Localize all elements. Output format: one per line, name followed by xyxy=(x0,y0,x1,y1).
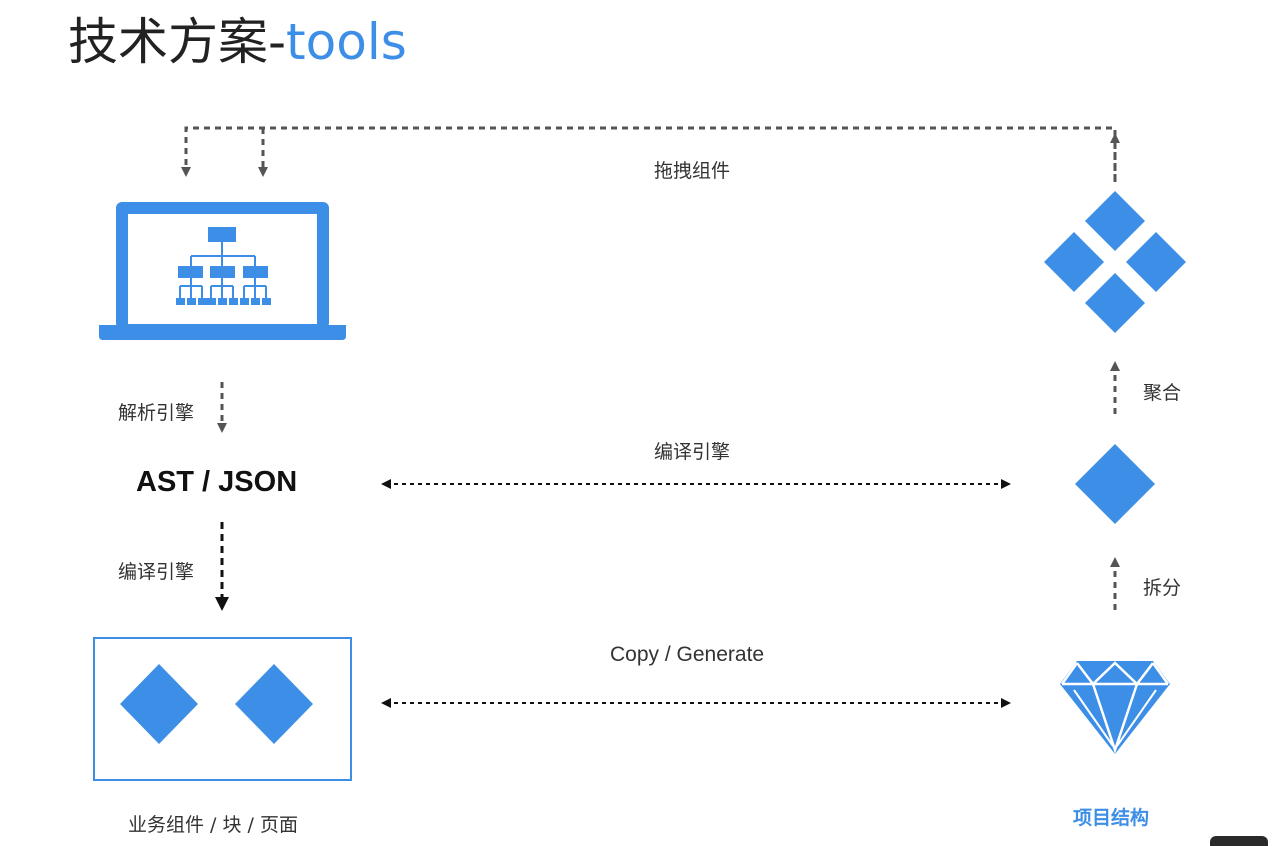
copy-generate-label: Copy / Generate xyxy=(610,643,765,666)
laptop-sitemap-icon xyxy=(99,202,346,340)
corner-tab xyxy=(1210,836,1268,846)
parse-label: 解析引擎 xyxy=(118,402,195,424)
two-diamonds-box xyxy=(93,637,352,781)
ast-json-label: AST / JSON xyxy=(136,466,298,498)
drag-label: 拖拽组件 xyxy=(654,160,731,182)
single-diamond-icon xyxy=(1075,444,1155,524)
split-label: 拆分 xyxy=(1143,577,1182,599)
compile-left-label: 编译引擎 xyxy=(118,561,195,583)
business-label: 业务组件 / 块 / 页面 xyxy=(128,814,298,836)
aggregate-label: 聚合 xyxy=(1143,382,1182,404)
drag-loop-arrow xyxy=(181,126,1120,182)
gem-icon xyxy=(1060,661,1170,754)
compile-mid-label: 编译引擎 xyxy=(654,441,731,463)
four-diamonds-icon xyxy=(1044,191,1186,333)
project-structure-label: 项目结构 xyxy=(1073,807,1150,829)
